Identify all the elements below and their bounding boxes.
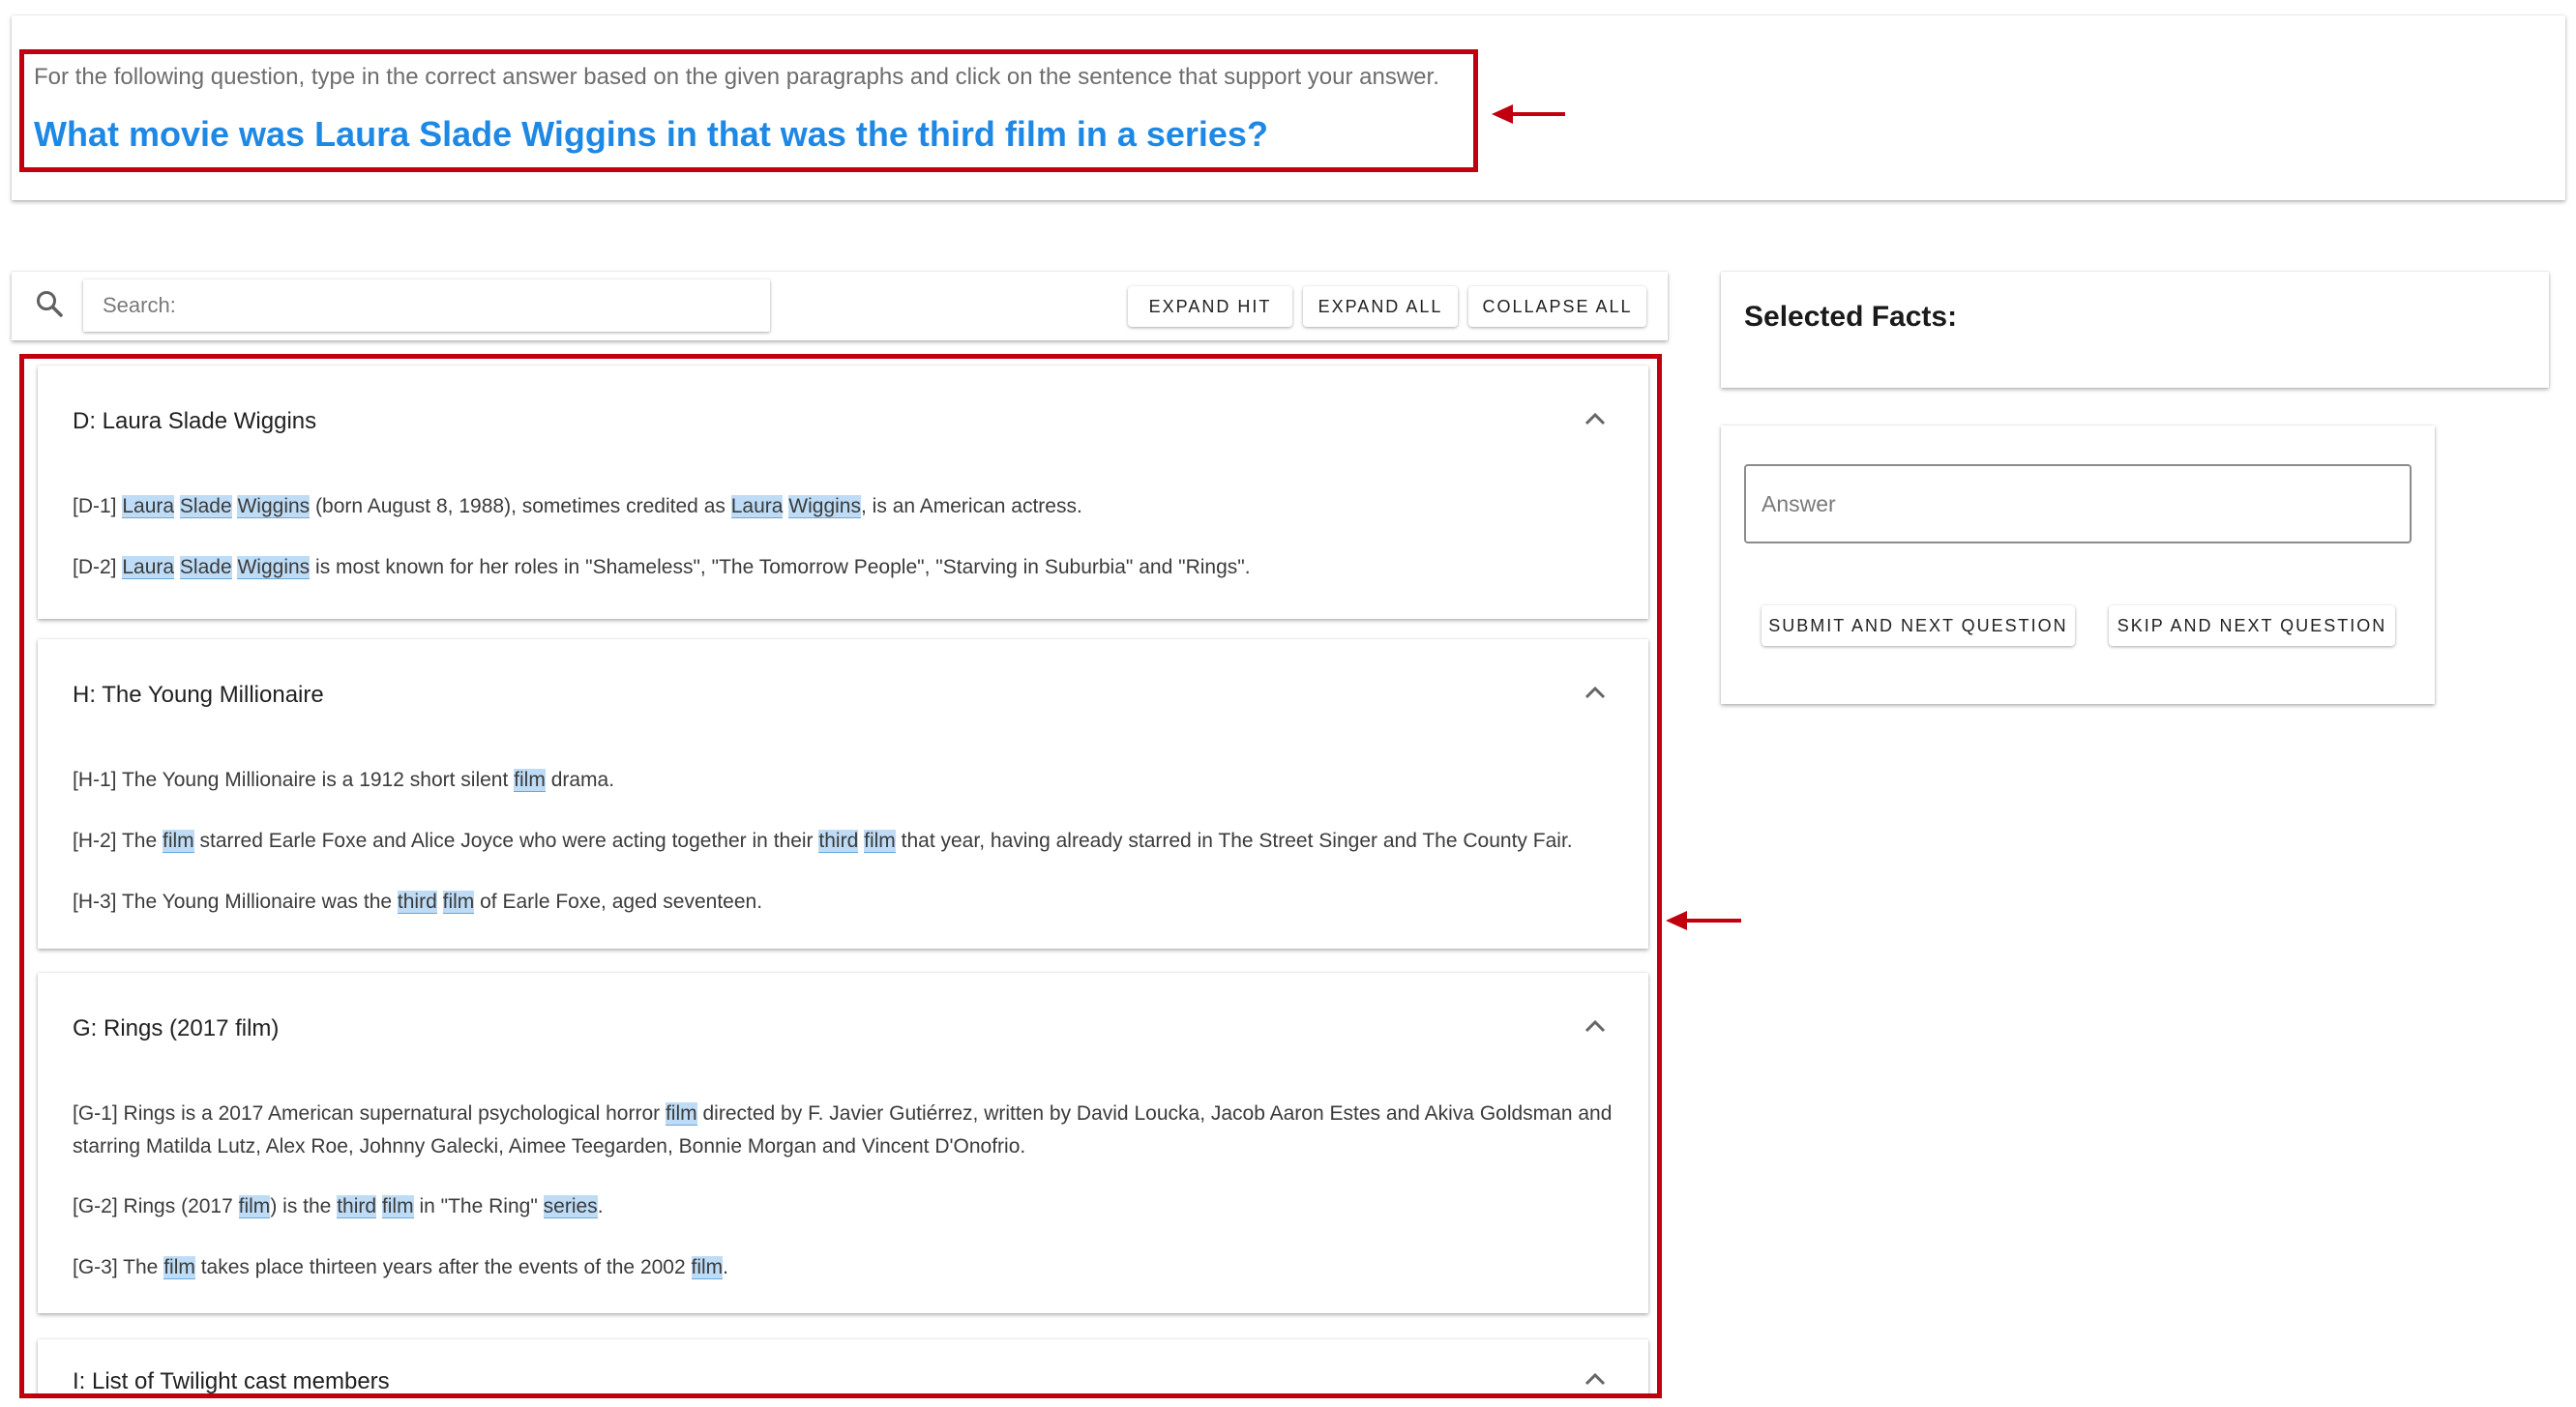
highlighted-term: series — [543, 1195, 598, 1218]
search-icon — [37, 291, 63, 317]
chevron-up-icon[interactable] — [1584, 1019, 1606, 1033]
chevron-up-icon[interactable] — [1584, 686, 1606, 699]
sentence[interactable]: [G-3] The film takes place thirteen year… — [73, 1251, 1620, 1284]
arrow-left-icon — [1666, 911, 1741, 930]
highlighted-term: film — [514, 769, 546, 792]
sentence[interactable]: [H-3] The Young Millionaire was the thir… — [73, 886, 1620, 919]
sentence[interactable]: [D-1] Laura Slade Wiggins (born August 8… — [73, 490, 1620, 523]
sentence[interactable]: [G-2] Rings (2017 film) is the third fil… — [73, 1190, 1620, 1223]
highlighted-term: Wiggins — [237, 556, 311, 579]
collapse-all-button[interactable]: COLLAPSE ALL — [1468, 286, 1646, 327]
sentence[interactable]: [D-2] Laura Slade Wiggins is most known … — [73, 551, 1620, 584]
paragraph-card: G: Rings (2017 film) [G-1] Rings is a 20… — [38, 973, 1648, 1313]
search-field — [83, 279, 770, 332]
selected-facts-title: Selected Facts: — [1744, 301, 1958, 333]
paragraph-title[interactable]: G: Rings (2017 film) — [73, 1015, 279, 1042]
highlighted-term: film — [665, 1102, 697, 1126]
search-toolbar: EXPAND HIT EXPAND ALL COLLAPSE ALL — [12, 272, 1668, 340]
skip-next-button[interactable]: SKIP AND NEXT QUESTION — [2109, 605, 2395, 646]
paragraph-list: D: Laura Slade Wiggins [D-1] Laura Slade… — [19, 354, 1662, 1398]
highlighted-term: film — [442, 891, 475, 914]
highlighted-term: third — [818, 830, 859, 853]
paragraph-title[interactable]: I: List of Twilight cast members — [73, 1368, 390, 1393]
paragraph-title[interactable]: H: The Young Millionaire — [73, 682, 324, 709]
highlighted-term: Slade — [179, 556, 232, 579]
highlighted-term: Laura — [122, 556, 175, 579]
highlighted-term: Slade — [179, 495, 232, 518]
highlighted-term: film — [163, 830, 194, 853]
highlighted-term: film — [238, 1195, 271, 1218]
arrow-left-icon — [1492, 104, 1565, 124]
paragraph-card: H: The Young Millionaire [H-1] The Young… — [38, 639, 1648, 949]
question-text: What movie was Laura Slade Wiggins in th… — [34, 114, 1268, 154]
highlighted-term: Wiggins — [237, 495, 311, 518]
paragraph-title[interactable]: D: Laura Slade Wiggins — [73, 408, 316, 435]
highlighted-term: film — [864, 830, 896, 853]
highlighted-term: film — [163, 1256, 195, 1279]
highlighted-term: film — [381, 1195, 414, 1218]
highlighted-term: film — [691, 1256, 724, 1279]
chevron-up-icon[interactable] — [1584, 412, 1606, 425]
submit-next-button[interactable]: SUBMIT AND NEXT QUESTION — [1762, 605, 2075, 646]
highlighted-term: third — [337, 1195, 377, 1218]
sentence[interactable]: [H-2] The film starred Earle Foxe and Al… — [73, 825, 1620, 858]
selected-facts-panel: Selected Facts: — [1721, 272, 2549, 388]
highlighted-term: Wiggins — [788, 495, 861, 518]
answer-input[interactable] — [1746, 466, 2410, 542]
highlighted-term: third — [397, 891, 437, 914]
highlighted-term: Laura — [730, 495, 784, 518]
sentence[interactable]: [G-1] Rings is a 2017 American supernatu… — [73, 1098, 1620, 1163]
paragraph-card: I: List of Twilight cast members — [38, 1339, 1648, 1393]
instruction-text: For the following question, type in the … — [34, 64, 1439, 90]
paragraph-card: D: Laura Slade Wiggins [D-1] Laura Slade… — [38, 366, 1648, 619]
expand-all-button[interactable]: EXPAND ALL — [1303, 286, 1458, 327]
answer-panel: SUBMIT AND NEXT QUESTION SKIP AND NEXT Q… — [1721, 425, 2435, 704]
highlighted-term: Laura — [122, 495, 175, 518]
sentence[interactable]: [H-1] The Young Millionaire is a 1912 sh… — [73, 764, 1620, 797]
chevron-up-icon[interactable] — [1584, 1372, 1606, 1386]
answer-field — [1744, 464, 2412, 543]
expand-hit-button[interactable]: EXPAND HIT — [1128, 286, 1292, 327]
search-input[interactable] — [83, 279, 770, 332]
